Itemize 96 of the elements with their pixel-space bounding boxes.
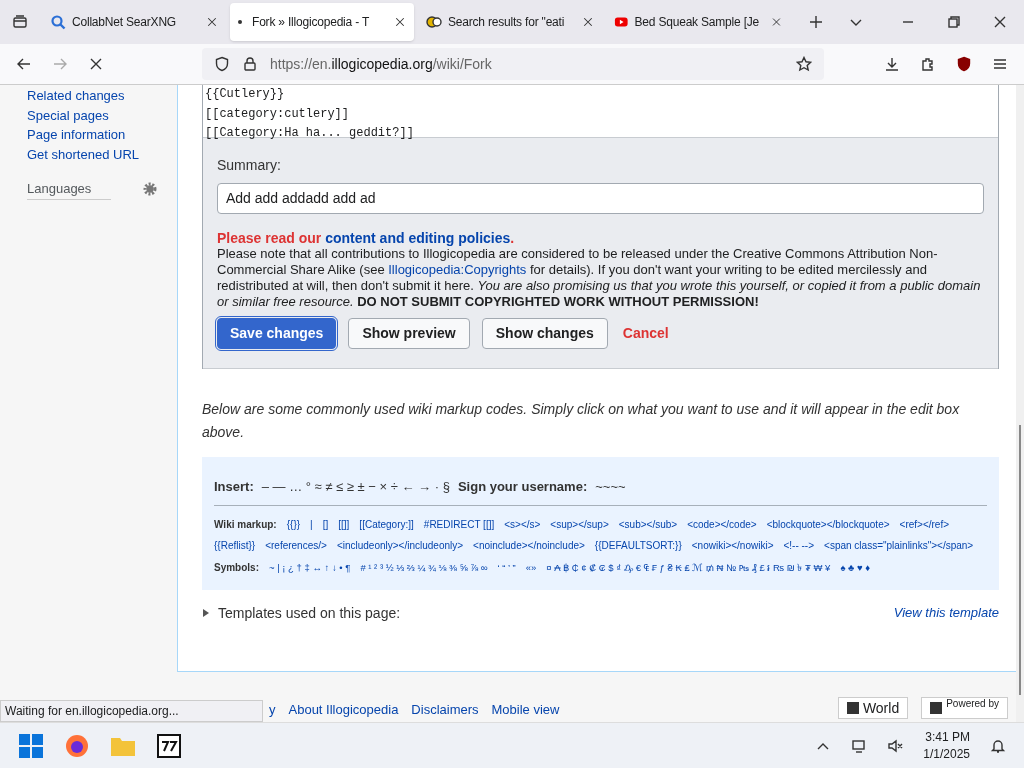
languages-heading: Languages [27, 179, 112, 200]
symbol-characters[interactable]: ~ | ¡ ¿ † ‡ ↔ ↑ ↓ • ¶ [269, 556, 351, 578]
menu-icon[interactable] [992, 56, 1008, 72]
close-icon[interactable] [992, 14, 1008, 30]
tab-title: Bed Squeak Sample [Je [634, 14, 760, 31]
lock-icon [242, 56, 258, 72]
markup-code[interactable]: <s></s> [504, 513, 541, 535]
star-icon[interactable] [796, 56, 812, 72]
footer-badge[interactable]: Powered by [921, 697, 1008, 719]
copyright-notice: Please note that all contributions to Illogicopedia are considered to be released under the Creative Commons Attribution Non-Commercial Share Alike (see Illogicopedia:Copyrights for details). If you don't want your writing to be edited mercilessly and redistributed at will, then don't submit it here. You are also promising us that you wrote this yourself, or copied it from a public domain or similar free resource. DO NOT SUBMIT COPYRIGHTED WORK WITHOUT PERMISSION! [217, 246, 982, 310]
browser-tab[interactable]: Fork » Illogicopedia - T [230, 3, 414, 41]
close-icon[interactable] [206, 16, 218, 28]
logo-icon [426, 14, 442, 30]
close-icon[interactable] [394, 16, 406, 28]
markup-code[interactable]: | [310, 513, 313, 535]
signature-code[interactable]: ~~~~ [595, 477, 626, 497]
markup-label: Wiki markup: [214, 517, 277, 532]
puzzle-icon[interactable] [920, 56, 936, 72]
speaker-muted-icon[interactable] [887, 737, 904, 754]
plus-icon[interactable] [808, 14, 824, 30]
markup-code[interactable]: <sup></sup> [550, 513, 609, 535]
archive-icon[interactable] [156, 732, 182, 759]
markup-code[interactable]: <includeonly></includeonly> [336, 535, 464, 557]
help-text: Below are some commonly used wiki markup codes. Simply click on what you want to use and it will appear in the edit box above. [202, 400, 961, 442]
close-icon[interactable] [582, 16, 594, 28]
markup-code[interactable]: [] [322, 513, 329, 535]
tab-title: Fork » Illogicopedia - T [252, 14, 370, 31]
tab-title: CollabNet SearXNG [72, 14, 176, 31]
browser-icon[interactable] [64, 732, 90, 759]
markup-code[interactable]: <sub></sub> [618, 513, 678, 535]
url-text: https://en.illogicopedia.org/wiki/Fork [270, 54, 493, 74]
shield-icon[interactable] [956, 56, 972, 72]
policy-link[interactable]: content and editing policies [325, 230, 511, 246]
markup-code[interactable]: <!-- --> [783, 535, 815, 557]
footer-link[interactable]: About Illogicopedia [288, 699, 399, 719]
download-icon[interactable] [884, 56, 900, 72]
tab-title: Search results for "eati [448, 14, 565, 31]
insert-characters[interactable]: – — … ° ≈ ≠ ≤ ≥ ± − × ÷ ← → · § [261, 477, 450, 497]
form-button[interactable]: Save changes [217, 318, 337, 349]
policy-heading: Please read our content and editing policies. [217, 230, 516, 246]
markup-code[interactable]: <references/> [265, 535, 327, 557]
shield-icon [214, 56, 230, 72]
symbol-characters[interactable]: # ¹ ² ³ ½ ⅓ ⅔ ¼ ¾ ⅛ ⅜ ⅝ ⅞ ∞ [360, 556, 488, 578]
insert-label: Insert: [214, 478, 254, 496]
symbol-characters[interactable]: ‘ “ ’ ” [497, 556, 516, 578]
markup-code[interactable]: <nowiki></nowiki> [691, 535, 774, 557]
markup-code[interactable]: <ref></ref> [899, 513, 950, 535]
sidebar-link[interactable]: Get shortened URL [27, 144, 177, 164]
start-icon[interactable] [18, 732, 44, 759]
browser-tab[interactable]: CollabNet SearXNG [42, 3, 226, 41]
markup-code[interactable]: #REDIRECT [[]] [423, 513, 495, 535]
stop-icon[interactable] [88, 56, 104, 72]
restore-icon[interactable] [946, 14, 962, 30]
footer-badge[interactable]: World [837, 697, 909, 719]
browser-tab[interactable]: Search results for "eati [418, 3, 602, 41]
markup-code[interactable]: {{Reflist}} [214, 535, 256, 557]
markup-code[interactable]: <span class="plainlinks"></span> [824, 535, 974, 557]
sidebar-link[interactable]: Page information [27, 125, 177, 145]
play-icon [614, 14, 629, 30]
form-button[interactable]: Cancel [619, 318, 672, 349]
settings-icon[interactable] [142, 181, 158, 198]
view-template-link[interactable]: View this template [893, 603, 999, 623]
form-button[interactable]: Show preview [348, 318, 470, 349]
back-icon[interactable] [16, 56, 32, 72]
status-tooltip: Waiting for en.illogicopedia.org... [0, 700, 263, 722]
address-bar[interactable]: https://en.illogicopedia.org/wiki/Fork [202, 48, 824, 80]
markup-code[interactable]: <noinclude></noinclude> [473, 535, 585, 557]
markup-code[interactable]: [[]] [338, 513, 350, 535]
summary-field[interactable]: Add add addadd add ad [217, 183, 984, 214]
symbol-characters[interactable]: ¤ ₳ ฿ ₵ ¢ ₡ ₢ $ ₫ ₯ € ₠ ₣ ƒ ₴ ₭ ₤ ℳ ₥ ₦ № ₧ ₰ £ ៛ ₨ ₪ ৳ ₮ ₩ ¥ [546, 556, 831, 578]
markup-code[interactable]: {{DEFAULTSORT:}} [594, 535, 682, 557]
browser-tab[interactable]: Bed Squeak Sample [Je [606, 3, 790, 41]
footer-link[interactable]: Mobile view [491, 699, 560, 719]
network-icon[interactable] [851, 737, 868, 754]
search-icon [50, 14, 66, 30]
summary-label: Summary: [217, 156, 282, 175]
footer-link[interactable]: Disclaimers [411, 699, 479, 719]
form-button[interactable]: Show changes [481, 318, 608, 349]
templates-heading[interactable]: Templates used on this page: [218, 602, 401, 624]
clock-date[interactable]: 1/1/2025 [923, 745, 970, 763]
symbol-characters[interactable]: ♠ ♣ ♥ ♦ [840, 556, 871, 578]
copyrights-link[interactable]: Illogicopedia:Copyrights [388, 262, 527, 277]
markup-code[interactable]: <blockquote></blockquote> [766, 513, 890, 535]
scrollbar-thumb[interactable] [1019, 425, 1021, 695]
symbols-label: Symbols: [214, 560, 259, 575]
sidebar-link[interactable]: Related changes [27, 86, 177, 106]
bell-icon[interactable] [990, 737, 1006, 754]
sign-label: Sign your username: [457, 478, 588, 496]
tab-list-icon[interactable] [12, 14, 28, 30]
clock-time[interactable]: 3:41 PM [925, 728, 970, 746]
footer-link[interactable]: y [269, 699, 276, 719]
markup-code[interactable]: <code></code> [687, 513, 757, 535]
markup-code[interactable]: {{}} [286, 513, 301, 535]
markup-code[interactable]: [[Category:]] [359, 513, 414, 535]
symbol-characters[interactable]: «» [525, 556, 537, 578]
sidebar-link[interactable]: Special pages [27, 105, 177, 125]
